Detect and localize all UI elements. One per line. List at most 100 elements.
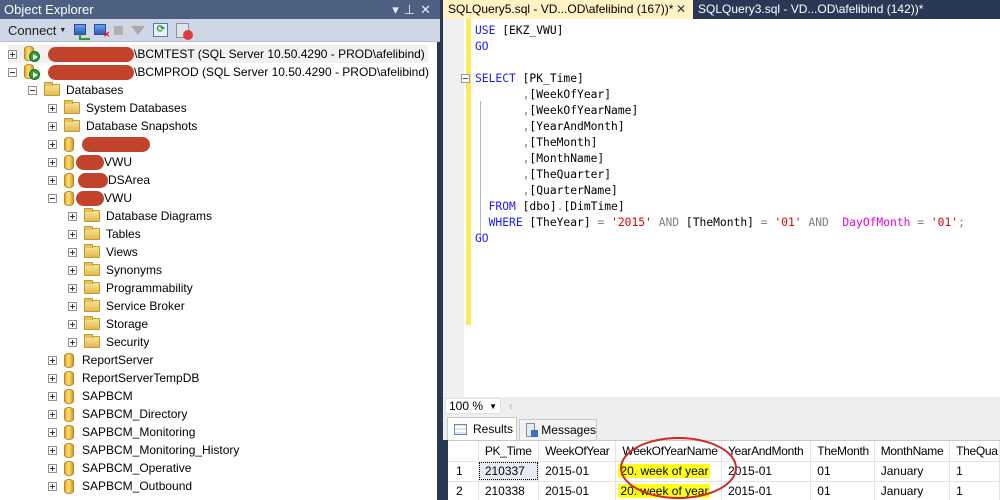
- pin-icon[interactable]: ⊥: [404, 2, 420, 17]
- tab-sqlquery3[interactable]: SQLQuery3.sql - VD...OD\afelibind (142))…: [693, 0, 923, 19]
- tree-node-db-child[interactable]: Synonyms: [68, 261, 162, 279]
- tree-node-system-databases[interactable]: System Databases: [48, 99, 187, 117]
- tree-node-db-child[interactable]: Database Diagrams: [68, 207, 212, 225]
- grid-header[interactable]: WeekOfYear: [538, 441, 617, 462]
- table-row[interactable]: 1 210337 2015-01 20. week of year 2015-0…: [448, 461, 1000, 482]
- grid-cell[interactable]: 1: [949, 481, 1000, 500]
- row-number[interactable]: 2: [448, 481, 479, 500]
- collapse-icon[interactable]: [8, 67, 17, 77]
- table-row[interactable]: 2 210338 2015-01 20. week of year 2015-0…: [448, 481, 1000, 500]
- expand-icon[interactable]: [68, 247, 77, 257]
- stop-report-icon[interactable]: [176, 22, 194, 40]
- expand-icon[interactable]: [48, 157, 57, 167]
- tree-node-database[interactable]: SAPBCM_Monitoring: [48, 423, 195, 441]
- tree-node-db-child[interactable]: Views: [68, 243, 138, 261]
- change-tracking-bar: [466, 19, 471, 325]
- panel-window-controls[interactable]: ▾⊥✕: [392, 0, 436, 19]
- grid-header[interactable]: MonthName: [874, 441, 951, 462]
- query-editor[interactable]: USE [EKZ_VWU] GO SELECT [PK_Time] ,[Week…: [443, 19, 1000, 397]
- close-icon[interactable]: ✕: [420, 2, 436, 17]
- dropdown-icon[interactable]: ▾: [392, 2, 404, 17]
- tree-node-database[interactable]: SAPBCM_Directory: [48, 405, 187, 423]
- filter-icon[interactable]: [131, 25, 146, 35]
- grid-header[interactable]: WeekOfYearName: [615, 441, 723, 462]
- grid-cell[interactable]: 210338: [478, 481, 540, 500]
- tree-node-database[interactable]: ReportServerTempDB: [48, 369, 199, 387]
- grid-header[interactable]: TheMonth: [810, 441, 875, 462]
- tree-node-database[interactable]: SAPBCM: [48, 387, 133, 405]
- expand-icon[interactable]: [48, 355, 57, 365]
- grid-cell[interactable]: 2015-01: [721, 461, 812, 482]
- tree-node-databases[interactable]: Databases: [28, 81, 123, 99]
- grid-cell[interactable]: 2015-01: [538, 481, 617, 500]
- tree-node-database[interactable]: SAPBCM_Monitoring_History: [48, 441, 239, 459]
- expand-icon[interactable]: [48, 391, 57, 401]
- expand-icon[interactable]: [68, 265, 77, 275]
- grid-cell[interactable]: 20. week of year: [615, 461, 723, 482]
- row-number[interactable]: 1: [448, 461, 479, 482]
- grid-cell[interactable]: 2015-01: [538, 461, 617, 482]
- tree-node-database[interactable]: [48, 135, 150, 153]
- sql-code[interactable]: USE [EKZ_VWU] GO SELECT [PK_Time] ,[Week…: [461, 23, 965, 247]
- grid-cell[interactable]: 1: [949, 461, 1000, 482]
- tree-node-db-child[interactable]: Storage: [68, 315, 148, 333]
- scroll-left-icon[interactable]: ‹: [509, 397, 513, 415]
- close-icon[interactable]: ✕: [676, 0, 686, 19]
- tab-results[interactable]: Results: [447, 417, 517, 440]
- stop-icon[interactable]: [114, 25, 124, 35]
- grid-cell[interactable]: January: [874, 461, 951, 482]
- tree-node-server-bcmtest[interactable]: \BCMTEST (SQL Server 10.50.4290 - PROD\a…: [8, 45, 428, 63]
- collapse-icon[interactable]: [461, 74, 470, 83]
- expand-icon[interactable]: [48, 463, 57, 473]
- grid-header[interactable]: YearAndMonth: [721, 441, 812, 462]
- expand-icon[interactable]: [48, 409, 57, 419]
- tree-node-database[interactable]: SAPBCM_Operative: [48, 459, 191, 477]
- tab-sqlquery5[interactable]: SQLQuery5.sql - VD...OD\afelibind (167))…: [443, 0, 693, 19]
- grid-cell[interactable]: 01: [810, 481, 875, 500]
- grid-cell[interactable]: 2015-01: [721, 481, 812, 500]
- grid-header[interactable]: TheQua: [949, 441, 1000, 462]
- grid-cell[interactable]: January: [874, 481, 951, 500]
- expand-icon[interactable]: [48, 373, 57, 383]
- expand-icon[interactable]: [48, 481, 57, 491]
- tree-node-server-bcmprod[interactable]: \BCMPROD (SQL Server 10.50.4290 - PROD\a…: [8, 63, 429, 81]
- expand-icon[interactable]: [68, 229, 77, 239]
- tree-node-database[interactable]: DSArea: [48, 171, 150, 189]
- grid-cell[interactable]: 210337: [478, 461, 540, 482]
- expand-icon[interactable]: [68, 211, 77, 221]
- connect-icon[interactable]: [74, 23, 91, 40]
- connect-button[interactable]: Connect ▼: [8, 23, 66, 38]
- tree-node-db-child[interactable]: Service Broker: [68, 297, 185, 315]
- expand-icon[interactable]: [68, 319, 77, 329]
- tree-node-label: Programmability: [106, 281, 193, 295]
- tree-node-database-expanded[interactable]: VWU: [48, 189, 132, 207]
- expand-icon[interactable]: [68, 283, 77, 293]
- tree-node-database[interactable]: SAPBCM_Outbound: [48, 477, 192, 495]
- expand-icon[interactable]: [48, 445, 57, 455]
- expand-icon[interactable]: [8, 49, 17, 59]
- expand-icon[interactable]: [68, 301, 77, 311]
- tab-messages[interactable]: Messages: [519, 419, 597, 440]
- expand-icon[interactable]: [48, 121, 57, 131]
- expand-icon[interactable]: [48, 427, 57, 437]
- collapse-icon[interactable]: [48, 193, 57, 203]
- expand-icon[interactable]: [68, 337, 77, 347]
- tree-node-db-child[interactable]: Tables: [68, 225, 141, 243]
- results-grid[interactable]: PK_Time WeekOfYear WeekOfYearName YearAn…: [448, 440, 1000, 500]
- tree-node-database[interactable]: VWU: [48, 153, 132, 171]
- disconnect-icon[interactable]: [94, 23, 110, 39]
- tree-node-database[interactable]: ReportServer: [48, 351, 153, 369]
- zoom-select[interactable]: 100 % ▼: [445, 398, 501, 414]
- refresh-icon[interactable]: ⟳: [153, 23, 169, 37]
- grid-header[interactable]: PK_Time: [478, 441, 540, 462]
- grid-cell[interactable]: 01: [810, 461, 875, 482]
- collapse-icon[interactable]: [28, 85, 37, 95]
- expand-icon[interactable]: [48, 139, 57, 149]
- tree-node-db-child[interactable]: Security: [68, 333, 149, 351]
- expand-icon[interactable]: [48, 175, 57, 185]
- tree-node-db-child[interactable]: Programmability: [68, 279, 193, 297]
- expand-icon[interactable]: [48, 103, 57, 113]
- grid-cell[interactable]: 20. week of year: [615, 481, 723, 500]
- tree-node-label: ReportServerTempDB: [82, 371, 200, 385]
- tree-node-database-snapshots[interactable]: Database Snapshots: [48, 117, 197, 135]
